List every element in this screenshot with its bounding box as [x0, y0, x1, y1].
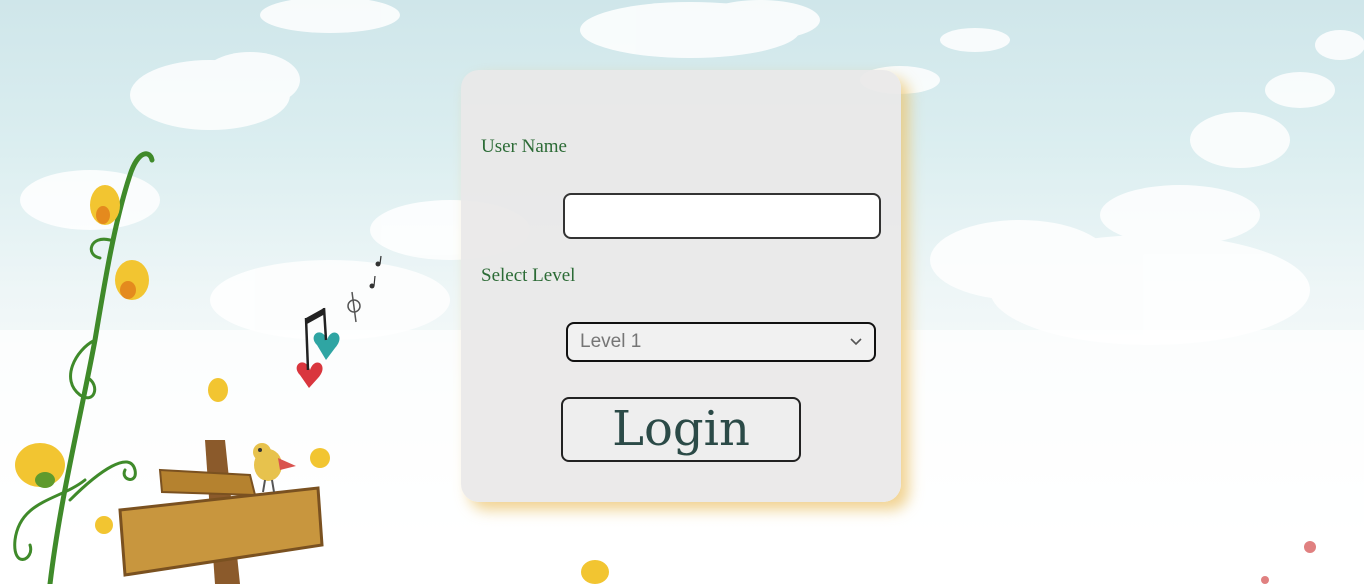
music-notes — [296, 255, 382, 388]
level-select-value: Level 1 — [580, 331, 642, 352]
bird — [253, 443, 296, 493]
chevron-down-icon — [850, 336, 862, 348]
username-input[interactable] — [563, 193, 881, 239]
username-label: User Name — [481, 136, 567, 157]
vine — [13, 151, 155, 584]
level-select[interactable]: Level 1 — [566, 322, 876, 362]
wooden-signpost — [118, 440, 324, 584]
level-label: Select Level — [481, 265, 576, 286]
login-card: User Name Select Level Level 1 Login — [461, 70, 901, 502]
login-button[interactable]: Login — [561, 397, 801, 462]
